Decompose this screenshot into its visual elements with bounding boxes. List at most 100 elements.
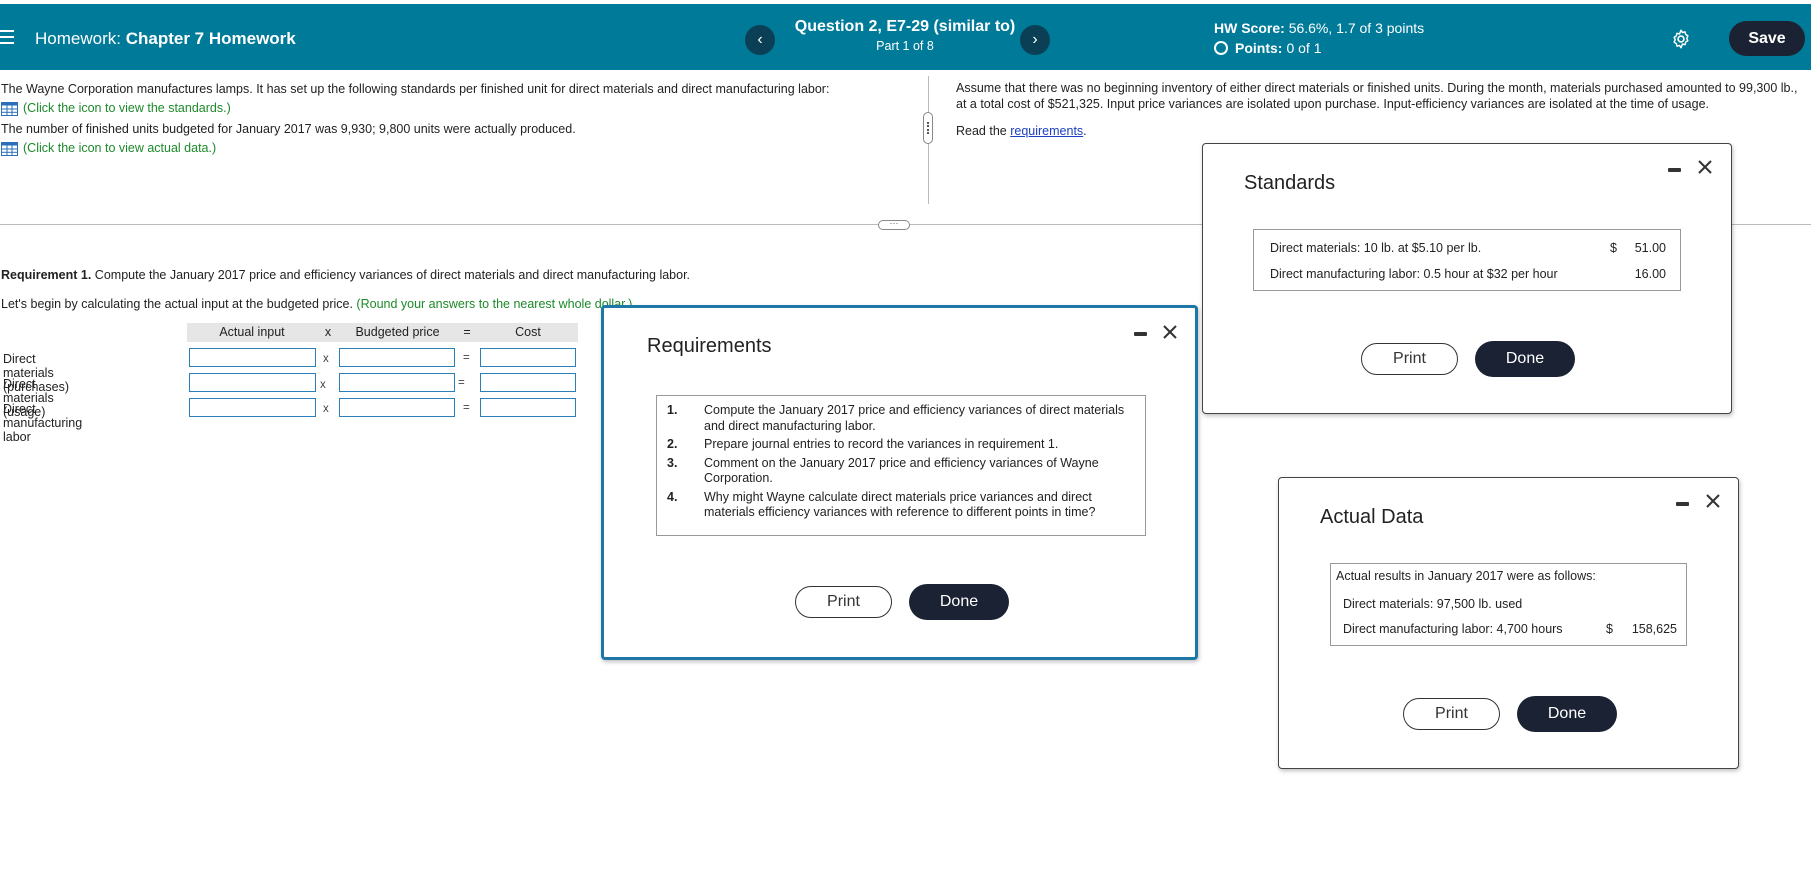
points: Points: 0 of 1 [1214,40,1321,56]
header-times: x [317,323,339,342]
minimize-icon[interactable] [1668,168,1681,172]
minimize-icon[interactable] [1134,332,1147,336]
points-value: 0 of 1 [1286,40,1322,56]
actual-data-row-currency: $ [1606,622,1613,636]
dm-purchases-budgeted-price-input[interactable] [339,348,455,367]
times-sign: x [320,379,326,391]
homework-prefix: Homework: [35,29,121,48]
requirement-item: 2. Prepare journal entries to record the … [667,437,1137,453]
table-grid-icon[interactable] [1,101,18,116]
actual-data-row-value: 158,625 [1631,622,1677,636]
requirements-link[interactable]: requirements [1010,124,1083,138]
standards-table: Direct materials: 10 lb. at $5.10 per lb… [1253,229,1681,291]
requirement-item: 3. Comment on the January 2017 price and … [667,456,1137,487]
header-cost: Cost [478,323,578,342]
dm-purchases-cost-input[interactable] [480,348,576,367]
requirement-item-text: Comment on the January 2017 price and ef… [704,455,1099,486]
question-text-right: Assume that there was no beginning inven… [956,80,1806,139]
print-button[interactable]: Print [1403,698,1500,730]
dm-usage-budgeted-price-input[interactable] [339,373,455,392]
dml-cost-input[interactable] [480,398,576,417]
close-icon[interactable] [1696,158,1714,176]
points-status-icon [1214,41,1228,55]
header-budgeted-price: Budgeted price [339,323,456,342]
standards-row-currency: $ [1610,241,1617,255]
standards-dialog-title: Standards [1244,172,1336,194]
requirement-label: Requirement 1. [1,268,92,282]
dml-budgeted-price-input[interactable] [339,398,455,417]
requirement-item-text: Why might Wayne calculate direct materia… [704,489,1096,520]
pane-resize-handle-vertical[interactable] [923,112,933,144]
question-part: Part 1 of 8 [876,39,934,53]
standards-link[interactable]: (Click the icon to view the standards.) [1,99,901,118]
dml-actual-input[interactable] [189,398,316,417]
dm-usage-actual-input[interactable] [189,373,316,392]
requirement-item: 4. Why might Wayne calculate direct mater… [667,490,1137,521]
actual-data-intro: Actual results in January 2017 were as f… [1336,569,1596,583]
close-icon[interactable] [1704,492,1722,510]
begin-text: Let's begin by calculating the actual in… [1,297,353,311]
actual-data-row-label: Direct materials: 97,500 lb. used [1343,597,1523,611]
points-label: Points: [1235,40,1283,56]
actual-data-dialog: Actual Data Actual results in January 20… [1278,477,1739,769]
homework-title: Homework: Chapter 7 Homework [35,29,296,49]
actual-data-link[interactable]: (Click the icon to view actual data.) [1,139,901,158]
requirement-item-text: Prepare journal entries to record the va… [704,437,1059,451]
times-sign: x [323,353,329,365]
next-question-button[interactable]: › [1020,25,1050,55]
pane-resize-handle-horizontal[interactable]: ··· [878,219,910,230]
top-header-bar: Homework: Chapter 7 Homework ‹ Question … [0,4,1811,70]
question-text-left: The Wayne Corporation manufactures lamps… [1,80,901,158]
close-icon[interactable] [1161,323,1179,341]
save-button[interactable]: Save [1729,21,1805,56]
requirement-1-heading: Requirement 1. Compute the January 2017 … [1,268,690,282]
read-prefix: Read the [956,124,1007,138]
actual-data-link-text[interactable]: (Click the icon to view actual data.) [23,139,216,158]
hamburger-menu-icon[interactable] [0,30,14,44]
question-title: Question 2, E7-29 (similar to) [794,18,1016,35]
question-line-2: The number of finished units budgeted fo… [1,122,576,136]
read-suffix: . [1083,124,1087,138]
requirements-list: 1. Compute the January 2017 price and eff… [667,403,1137,524]
actual-data-row-label: Direct manufacturing labor: 4,700 hours [1343,622,1563,636]
hw-score: HW Score: 56.6%, 1.7 of 3 points [1214,20,1424,36]
standards-row-label: Direct materials: 10 lb. at $5.10 per lb… [1270,241,1482,255]
rounding-hint: (Round your answers to the nearest whole… [356,297,633,311]
requirement-item-number: 1. [667,403,678,417]
done-button[interactable]: Done [909,584,1009,620]
dm-purchases-actual-input[interactable] [189,348,316,367]
requirement-item-number: 4. [667,489,678,504]
requirement-item: 1. Compute the January 2017 price and eff… [667,403,1137,434]
actual-data-dialog-title: Actual Data [1320,506,1424,528]
question-line-1: The Wayne Corporation manufactures lamps… [1,82,830,96]
requirement-text: Compute the January 2017 price and effic… [94,268,691,282]
requirement-item-number: 3. [667,455,678,470]
requirement-item-number: 2. [667,437,678,451]
requirement-item-text: Compute the January 2017 price and effic… [704,403,1125,433]
settings-gear-icon[interactable] [1670,28,1692,50]
standards-dialog: Standards Direct materials: 10 lb. at $5… [1202,143,1732,414]
standards-link-text[interactable]: (Click the icon to view the standards.) [23,99,231,118]
times-sign: x [323,403,329,415]
dm-usage-cost-input[interactable] [480,373,576,392]
read-requirements: Read the requirements. [956,123,1806,139]
hw-score-label: HW Score: [1214,20,1285,36]
print-button[interactable]: Print [795,586,892,618]
print-button[interactable]: Print [1361,343,1458,375]
begin-instruction: Let's begin by calculating the actual in… [1,297,632,311]
homework-name: Chapter 7 Homework [125,29,296,48]
actual-data-table: Actual results in January 2017 were as f… [1330,563,1687,646]
header-actual-input: Actual input [187,323,317,342]
standards-row-label: Direct manufacturing labor: 0.5 hour at … [1270,267,1558,281]
standards-row-value: 16.00 [1634,267,1666,281]
header-equals: = [456,323,478,342]
table-grid-icon[interactable] [1,141,18,156]
minimize-icon[interactable] [1676,502,1689,506]
previous-question-button[interactable]: ‹ [745,25,775,55]
done-button[interactable]: Done [1475,341,1575,377]
equals-sign: = [463,352,470,364]
requirements-dialog-title: Requirements [647,335,772,357]
done-button[interactable]: Done [1517,696,1617,732]
equals-sign: = [463,402,470,414]
requirements-dialog: Requirements 1. Compute the January 2017 … [601,305,1198,660]
